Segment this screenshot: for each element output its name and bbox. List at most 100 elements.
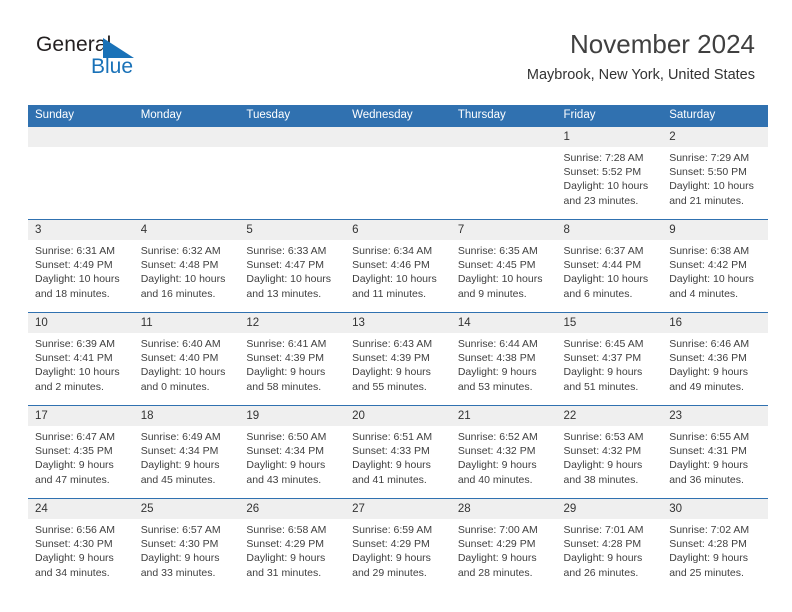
day-number: 23 (662, 405, 768, 426)
day-number: 14 (450, 312, 557, 333)
daylight-text-cont: and 21 minutes. (669, 194, 744, 207)
daylight-text-cont: and 33 minutes. (140, 566, 216, 579)
day-number: 16 (662, 312, 768, 333)
daylight-text: Daylight: 9 hours (669, 459, 749, 472)
day-cell: Sunrise: 6:50 AM Sunset: 4:34 PM Dayligh… (239, 426, 346, 499)
sunrise-text: Sunrise: 6:46 AM (669, 338, 750, 350)
day-cell: Sunrise: 6:40 AM Sunset: 4:40 PM Dayligh… (133, 333, 240, 406)
week-daynum-row: 1 2 (28, 127, 768, 147)
day-cell (450, 147, 557, 220)
daylight-text-cont: and 26 minutes. (563, 566, 639, 579)
day-number: 22 (556, 405, 663, 426)
day-cell: Sunrise: 6:39 AM Sunset: 4:41 PM Dayligh… (28, 333, 134, 406)
sunrise-text: Sunrise: 6:53 AM (563, 431, 644, 443)
sunrise-text: Sunrise: 6:47 AM (35, 431, 115, 443)
sunset-text: Sunset: 4:40 PM (140, 352, 219, 365)
day-number (133, 127, 240, 147)
day-number: 28 (450, 498, 557, 519)
daylight-text: Daylight: 10 hours (35, 366, 120, 379)
daylight-text: Daylight: 9 hours (352, 366, 431, 379)
sunset-text: Sunset: 4:34 PM (246, 445, 325, 458)
day-number: 6 (345, 219, 451, 240)
sunset-text: Sunset: 4:46 PM (352, 259, 430, 272)
daylight-text: Daylight: 10 hours (563, 180, 649, 193)
daylight-text: Daylight: 9 hours (669, 366, 749, 379)
day-number: 30 (662, 498, 768, 519)
week-daynum-row: 17 18 19 20 21 22 23 (28, 405, 768, 426)
day-cell: Sunrise: 6:53 AM Sunset: 4:32 PM Dayligh… (556, 426, 663, 499)
sunset-text: Sunset: 4:30 PM (140, 538, 219, 551)
day-cell: Sunrise: 6:59 AM Sunset: 4:29 PM Dayligh… (345, 519, 451, 591)
page-subtitle: Maybrook, New York, United States (526, 67, 755, 83)
weekday-header-friday: Friday (556, 105, 663, 127)
sunrise-text: Sunrise: 6:33 AM (246, 245, 327, 257)
daylight-text: Daylight: 9 hours (35, 552, 114, 565)
day-number: 8 (556, 219, 663, 240)
brand-logo: General Blue (36, 33, 236, 89)
sunrise-text: Sunrise: 6:37 AM (563, 245, 644, 257)
daylight-text: Daylight: 9 hours (563, 366, 643, 379)
day-cell: Sunrise: 7:29 AM Sunset: 5:50 PM Dayligh… (662, 147, 768, 220)
day-cell: Sunrise: 6:35 AM Sunset: 4:45 PM Dayligh… (450, 240, 557, 313)
day-cell: Sunrise: 6:34 AM Sunset: 4:46 PM Dayligh… (345, 240, 451, 313)
week-daynum-row: 10 11 12 13 14 15 16 (28, 312, 768, 333)
day-cell: Sunrise: 6:52 AM Sunset: 4:32 PM Dayligh… (450, 426, 557, 499)
sunrise-text: Sunrise: 6:44 AM (457, 338, 538, 350)
sunrise-text: Sunrise: 6:45 AM (563, 338, 644, 350)
daylight-text: Daylight: 9 hours (246, 459, 326, 472)
sunrise-text: Sunrise: 7:00 AM (457, 524, 538, 536)
sunrise-text: Sunrise: 7:29 AM (669, 152, 750, 164)
sunset-text: Sunset: 4:32 PM (563, 445, 642, 458)
day-cell: Sunrise: 6:33 AM Sunset: 4:47 PM Dayligh… (239, 240, 346, 313)
day-cell: Sunrise: 6:49 AM Sunset: 4:34 PM Dayligh… (133, 426, 240, 499)
sunset-text: Sunset: 4:35 PM (35, 445, 113, 458)
daylight-text-cont: and 45 minutes. (140, 473, 216, 486)
day-cell (345, 147, 451, 220)
weekday-header-tuesday: Tuesday (239, 105, 346, 127)
title-block: November 2024 Maybrook, New York, United… (527, 28, 755, 84)
sunset-text: Sunset: 4:34 PM (140, 445, 219, 458)
daylight-text: Daylight: 9 hours (352, 459, 431, 472)
sunrise-text: Sunrise: 6:34 AM (352, 245, 433, 257)
daylight-text-cont: and 2 minutes. (35, 380, 104, 393)
daylight-text-cont: and 23 minutes. (563, 194, 639, 207)
sunrise-text: Sunrise: 6:59 AM (352, 524, 433, 536)
daylight-text-cont: and 51 minutes. (563, 380, 639, 393)
day-number (239, 127, 346, 147)
daylight-text-cont: and 6 minutes. (563, 287, 633, 300)
day-number: 12 (239, 312, 346, 333)
sunrise-text: Sunrise: 6:40 AM (140, 338, 221, 350)
day-cell (239, 147, 346, 220)
daylight-text-cont: and 28 minutes. (457, 566, 533, 579)
daylight-text: Daylight: 9 hours (140, 459, 220, 472)
sunset-text: Sunset: 5:50 PM (669, 166, 747, 179)
day-cell: Sunrise: 7:01 AM Sunset: 4:28 PM Dayligh… (556, 519, 663, 591)
daylight-text-cont: and 58 minutes. (246, 380, 322, 393)
sunset-text: Sunset: 4:32 PM (457, 445, 536, 458)
day-cell: Sunrise: 6:58 AM Sunset: 4:29 PM Dayligh… (239, 519, 346, 591)
daylight-text-cont: and 55 minutes. (352, 380, 427, 393)
sunrise-text: Sunrise: 6:43 AM (352, 338, 433, 350)
daylight-text-cont: and 40 minutes. (457, 473, 533, 486)
day-cell: Sunrise: 6:56 AM Sunset: 4:30 PM Dayligh… (28, 519, 134, 591)
day-number: 21 (450, 405, 557, 426)
sunset-text: Sunset: 4:36 PM (669, 352, 747, 365)
sunset-text: Sunset: 4:49 PM (35, 259, 113, 272)
weekday-header-monday: Monday (133, 105, 240, 127)
sunset-text: Sunset: 4:44 PM (563, 259, 642, 272)
daylight-text: Daylight: 10 hours (457, 273, 543, 286)
day-number: 25 (133, 498, 240, 519)
daylight-text: Daylight: 9 hours (563, 459, 643, 472)
daylight-text: Daylight: 10 hours (140, 273, 226, 286)
day-cell: Sunrise: 7:02 AM Sunset: 4:28 PM Dayligh… (662, 519, 768, 591)
sunrise-text: Sunrise: 6:31 AM (35, 245, 115, 257)
page-title: November 2024 (570, 29, 755, 59)
sunset-text: Sunset: 4:29 PM (352, 538, 430, 551)
daylight-text-cont: and 11 minutes. (352, 287, 427, 300)
sunrise-text: Sunrise: 7:01 AM (563, 524, 644, 536)
daylight-text: Daylight: 9 hours (35, 459, 114, 472)
sunrise-text: Sunrise: 6:41 AM (246, 338, 327, 350)
sunset-text: Sunset: 4:37 PM (563, 352, 642, 365)
day-number: 3 (28, 219, 134, 240)
daylight-text: Daylight: 9 hours (457, 459, 537, 472)
